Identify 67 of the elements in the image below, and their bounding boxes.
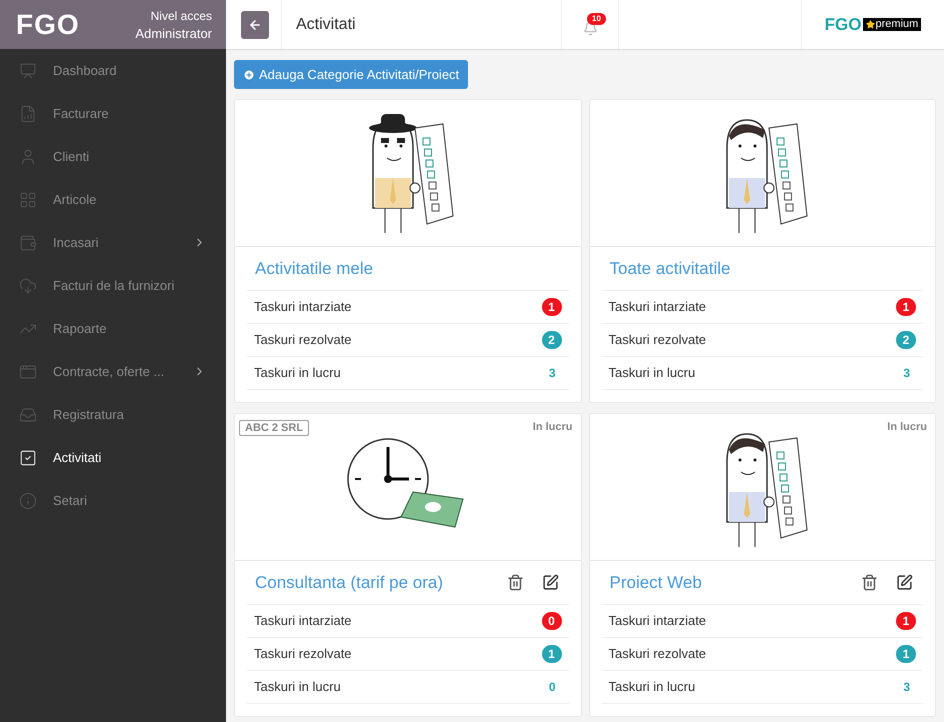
info-icon: [19, 492, 37, 510]
sidebar-item[interactable]: Facturare: [0, 92, 226, 135]
premium-badge: premium: [862, 18, 922, 31]
tray-icon: [19, 406, 37, 424]
card-title[interactable]: Consultanta (tarif pe ora): [255, 570, 444, 596]
plus-icon: [243, 68, 255, 80]
count-badge: 1: [896, 645, 916, 663]
task-label: Taskuri intarziate: [254, 298, 352, 316]
card-title[interactable]: Proiect Web: [610, 570, 702, 596]
presentation-icon: [19, 62, 37, 80]
count-badge: 2: [896, 331, 916, 349]
task-label: Taskuri in lucru: [608, 364, 696, 382]
grid-icon: [19, 190, 37, 208]
sidebar-item[interactable]: Facturi de la furnizori: [0, 264, 226, 307]
count-badge: 1: [896, 612, 916, 630]
task-label: Taskuri in lucru: [254, 678, 341, 696]
access-label: Nivel acces: [150, 8, 212, 24]
task-label: Taskuri intarziate: [608, 612, 706, 630]
sidebar-item[interactable]: Incasari: [0, 221, 226, 264]
cloud-download-icon: [19, 276, 37, 294]
document-chart-icon: [19, 104, 37, 122]
sidebar-item[interactable]: Activitati: [0, 436, 226, 479]
company-tag: ABC 2 SRL: [239, 420, 310, 436]
edit-icon[interactable]: [542, 574, 558, 591]
task-label: Taskuri rezolvate: [254, 645, 352, 664]
edit-icon[interactable]: [896, 574, 913, 591]
delete-icon[interactable]: [861, 574, 878, 591]
count-text: 3: [902, 365, 911, 382]
sidebar-item[interactable]: Rapoarte: [0, 307, 226, 350]
status-label: In lucru: [532, 420, 572, 435]
task-label: Taskuri in lucru: [254, 364, 341, 382]
notification-badge: 10: [587, 13, 606, 25]
task-label: Taskuri intarziate: [254, 612, 352, 630]
back-button[interactable]: [241, 10, 269, 38]
access-role: Administrator: [135, 24, 212, 42]
bell-icon[interactable]: [582, 21, 598, 36]
wallet-icon: [19, 234, 37, 252]
brand-logo[interactable]: FGO: [16, 4, 80, 46]
add-category-button[interactable]: Adauga Categorie Activitati/Proiect: [234, 60, 468, 89]
count-badge: 1: [896, 298, 916, 316]
status-label: In lucru: [887, 420, 927, 435]
star-icon: [866, 20, 875, 29]
count-badge: 2: [542, 331, 562, 349]
sidebar-item[interactable]: Dashboard: [0, 49, 226, 92]
sidebar-item[interactable]: Registratura: [0, 393, 226, 436]
window-icon: [19, 362, 37, 380]
task-label: Taskuri intarziate: [608, 298, 706, 316]
count-badge: 1: [542, 645, 562, 663]
task-label: Taskuri in lucru: [608, 678, 696, 696]
sidebar-item[interactable]: Contracte, oferte ...: [0, 350, 226, 393]
card-title[interactable]: Activitatile mele: [255, 256, 374, 282]
count-text: 3: [902, 679, 911, 696]
task-label: Taskuri rezolvate: [608, 331, 706, 350]
count-text: 0: [548, 679, 556, 696]
count-badge: 1: [542, 298, 562, 316]
task-label: Taskuri rezolvate: [608, 645, 706, 664]
card-title[interactable]: Toate activitatile: [610, 256, 730, 282]
sidebar-item[interactable]: Clienti: [0, 135, 226, 178]
sidebar-item[interactable]: Articole: [0, 178, 226, 221]
count-badge: 0: [542, 612, 562, 630]
page-title: Activitati: [296, 14, 356, 34]
delete-icon[interactable]: [506, 574, 524, 591]
task-label: Taskuri rezolvate: [254, 331, 352, 350]
checkbox-icon: [19, 448, 37, 466]
fgo-logo: FGO: [824, 14, 862, 36]
count-text: 3: [548, 365, 556, 382]
sidebar-item[interactable]: Setari: [0, 479, 226, 522]
